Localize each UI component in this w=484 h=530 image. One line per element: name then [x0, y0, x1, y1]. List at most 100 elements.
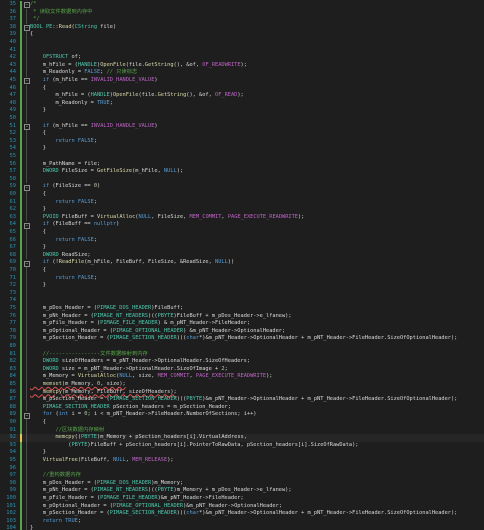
- code-line[interactable]: 82 DWORD sizeOfHeaders = m_pNT_Header->O…: [0, 358, 484, 366]
- code-text[interactable]: OFSTRUCT of;: [30, 54, 81, 62]
- code-line[interactable]: 63 PVOID FileBuff = VirtualAlloc(NULL, F…: [0, 213, 484, 222]
- code-line[interactable]: 41: [0, 46, 484, 55]
- code-line[interactable]: 45− if (m_hFile == INVALID_HANDLE_VALUE): [0, 77, 484, 85]
- code-text[interactable]: /*: [30, 1, 36, 9]
- code-line[interactable]: 95 VirtualFree(FileBuff, NULL, MEM_RELEA…: [0, 457, 484, 465]
- code-line[interactable]: 39 {: [0, 31, 484, 39]
- code-line[interactable]: 84 m_Memory = VirtualAlloc(NULL, size, M…: [0, 373, 484, 381]
- code-line[interactable]: 51− if (m_hFile == INVALID_HANDLE_VALUE): [0, 122, 484, 131]
- code-text[interactable]: * 读取文件数据到内存中: [30, 9, 92, 17]
- code-text[interactable]: */: [30, 16, 39, 24]
- code-line[interactable]: 38− BOOL PE::Read(CString file): [0, 23, 484, 32]
- code-line[interactable]: 90 {: [0, 419, 484, 427]
- code-line[interactable]: 79 m_pSection_Header = (PIMAGE_SECTION_H…: [0, 335, 484, 343]
- code-text[interactable]: VirtualFree(FileBuff, NULL, MEM_RELEASE)…: [30, 457, 174, 465]
- code-line[interactable]: 50: [0, 115, 484, 123]
- code-text[interactable]: DWORD size = m_pNT_Header->OptionalHeade…: [30, 366, 228, 374]
- code-text[interactable]: m_pNt_Header = (PIMAGE_NT_HEADERS)((PBYT…: [30, 487, 292, 495]
- code-line[interactable]: 47 m_hFile = (HANDLE)OpenFile(file.GetSt…: [0, 92, 484, 100]
- code-text[interactable]: return FALSE;: [30, 275, 98, 283]
- code-text[interactable]: m_Readonly = TRUE;: [30, 100, 113, 108]
- code-line[interactable]: 69− if (!ReadFile(m_hFile, FileBuff, Fil…: [0, 259, 484, 267]
- code-text[interactable]: //重构数据内存: [30, 472, 81, 480]
- code-text[interactable]: PVOID FileBuff = VirtualAlloc(NULL, File…: [30, 214, 305, 222]
- code-line[interactable]: 46 {: [0, 84, 484, 93]
- code-line[interactable]: 83 DWORD size = m_pNT_Header->OptionalHe…: [0, 365, 484, 374]
- code-text[interactable]: return FALSE;: [30, 237, 98, 245]
- code-text[interactable]: DWORD sizeOfHeaders = m_pNT_Header->Opti…: [30, 358, 250, 366]
- code-text[interactable]: PIMAGE_SECTION_HEADER pSection_headers =…: [30, 404, 231, 412]
- code-text[interactable]: return FALSE;: [30, 199, 98, 207]
- code-line[interactable]: 87 m_pSection_Header = (PIMAGE_SECTION_H…: [0, 396, 484, 404]
- code-line[interactable]: 76 m_pNt_Header = (PIMAGE_NT_HEADERS)((P…: [0, 312, 484, 321]
- code-line[interactable]: 72 }: [0, 282, 484, 290]
- code-text[interactable]: if (FileBuff == nullptr): [30, 221, 120, 229]
- code-text[interactable]: {: [30, 191, 46, 199]
- code-line[interactable]: 52 {: [0, 130, 484, 138]
- code-line[interactable]: 42 OFSTRUCT of;: [0, 54, 484, 62]
- code-text[interactable]: m_pDos_Header = (PIMAGE_DOS_HEADER)FileB…: [30, 305, 183, 313]
- code-line[interactable]: 58: [0, 175, 484, 184]
- code-line[interactable]: 68 DWORD ReadSize;: [0, 251, 484, 260]
- code-text[interactable]: m_Readonly = FALSE; // 只读标志: [30, 69, 138, 77]
- code-text[interactable]: return TRUE;: [30, 518, 81, 526]
- code-text[interactable]: m_pFile_Header = (PIMAGE_FILE_HEADER) & …: [30, 320, 250, 328]
- code-text[interactable]: if (m_hFile == INVALID_HANDLE_VALUE): [30, 123, 158, 131]
- code-text[interactable]: //----------------文件数据映射到内存: [30, 351, 148, 359]
- code-line[interactable]: 62 }: [0, 206, 484, 214]
- code-editor[interactable]: 35−/* 36 * 读取文件数据到内存中 37 */38− BOOL PE::Rea…: [0, 0, 484, 530]
- code-text[interactable]: }: [30, 107, 46, 115]
- code-text[interactable]: }: [30, 244, 46, 252]
- code-text[interactable]: }: [30, 145, 46, 153]
- code-line[interactable]: 57 DWORD FileSize = GetFileSize(m_hFile,…: [0, 168, 484, 176]
- code-text[interactable]: m_PathName = file;: [30, 161, 100, 169]
- code-line[interactable]: 48 m_Readonly = TRUE;: [0, 99, 484, 108]
- code-text[interactable]: memcpy((PBYTE)m_Memory + pSection_header…: [30, 434, 247, 442]
- code-text[interactable]: (PBYTE)FileBuff + pSection_headers[i].Po…: [30, 442, 358, 450]
- code-line[interactable]: 54 }: [0, 145, 484, 153]
- code-line[interactable]: 53 return FALSE;: [0, 137, 484, 146]
- code-line[interactable]: 92 memcpy((PBYTE)m_Memory + pSection_hea…: [0, 434, 484, 442]
- code-line[interactable]: 81 //----------------文件数据映射到内存: [0, 350, 484, 359]
- code-text[interactable]: m_pOptional_Header = (PIMAGE_OPTIONAL_HE…: [30, 328, 285, 336]
- code-text[interactable]: m_pNt_Header = (PIMAGE_NT_HEADERS)((PBYT…: [30, 313, 292, 321]
- code-line[interactable]: 49 }: [0, 107, 484, 115]
- code-line[interactable]: 88 PIMAGE_SECTION_HEADER pSection_header…: [0, 403, 484, 412]
- code-text[interactable]: {: [30, 85, 46, 93]
- code-line[interactable]: 78 m_pOptional_Header = (PIMAGE_OPTIONAL…: [0, 327, 484, 336]
- code-line[interactable]: 55: [0, 153, 484, 161]
- code-line[interactable]: 75 m_pDos_Header = (PIMAGE_DOS_HEADER)Fi…: [0, 305, 484, 313]
- code-text[interactable]: memcpy(m_Memory, FileBuff, sizeOfHeaders…: [30, 389, 177, 397]
- code-text[interactable]: }: [30, 525, 33, 530]
- code-line[interactable]: 67 }: [0, 244, 484, 252]
- code-text[interactable]: BOOL PE::Read(CString file): [30, 24, 116, 32]
- code-text[interactable]: for (int i = 0; i < m_pNT_Header->FileHe…: [30, 411, 257, 419]
- code-line[interactable]: 66 return FALSE;: [0, 236, 484, 245]
- code-text[interactable]: m_pDos_Header = (PIMAGE_DOS_HEADER)m_Mem…: [30, 480, 183, 488]
- code-line[interactable]: 91 //区块数据内存映射: [0, 426, 484, 435]
- code-line[interactable]: 98 m_pDos_Header = (PIMAGE_DOS_HEADER)m_…: [0, 479, 484, 488]
- code-text[interactable]: if (FileSize == 0): [30, 183, 100, 191]
- code-line[interactable]: 89− for (int i = 0; i < m_pNT_Header->Fi…: [0, 411, 484, 419]
- code-text[interactable]: {: [30, 130, 46, 138]
- code-line[interactable]: 99 m_pNt_Header = (PIMAGE_NT_HEADERS)((P…: [0, 487, 484, 495]
- code-line[interactable]: 86 memcpy(m_Memory, FileBuff, sizeOfHead…: [0, 388, 484, 397]
- code-text[interactable]: if (m_hFile == INVALID_HANDLE_VALUE): [30, 77, 158, 85]
- code-text[interactable]: m_Memory = VirtualAlloc(NULL, size, MEM_…: [30, 373, 273, 381]
- code-line[interactable]: 74: [0, 297, 484, 305]
- code-line[interactable]: 104}: [0, 525, 484, 530]
- code-text[interactable]: m_pSection_Header = (PIMAGE_SECTION_HEAD…: [30, 335, 458, 343]
- code-line[interactable]: 73: [0, 289, 484, 298]
- code-text[interactable]: if (!ReadFile(m_hFile, FileBuff, FileSiz…: [30, 259, 234, 267]
- code-line[interactable]: 77 m_pFile_Header = (PIMAGE_FILE_HEADER)…: [0, 320, 484, 328]
- code-line[interactable]: 56 m_PathName = file;: [0, 160, 484, 169]
- code-line[interactable]: 40: [0, 39, 484, 47]
- code-line[interactable]: 65 {: [0, 229, 484, 237]
- code-line[interactable]: 93 (PBYTE)FileBuff + pSection_headers[i]…: [0, 441, 484, 450]
- code-line[interactable]: 59− if (FileSize == 0): [0, 183, 484, 191]
- code-line[interactable]: 36 * 读取文件数据到内存中: [0, 8, 484, 17]
- code-line[interactable]: 80: [0, 343, 484, 351]
- code-text[interactable]: memset(m_Memory, 0, size);: [30, 381, 126, 389]
- code-line[interactable]: 102 m_pSection_Header = (PIMAGE_SECTION_…: [0, 510, 484, 518]
- code-text[interactable]: m_pSection_Header = (PIMAGE_SECTION_HEAD…: [30, 510, 458, 518]
